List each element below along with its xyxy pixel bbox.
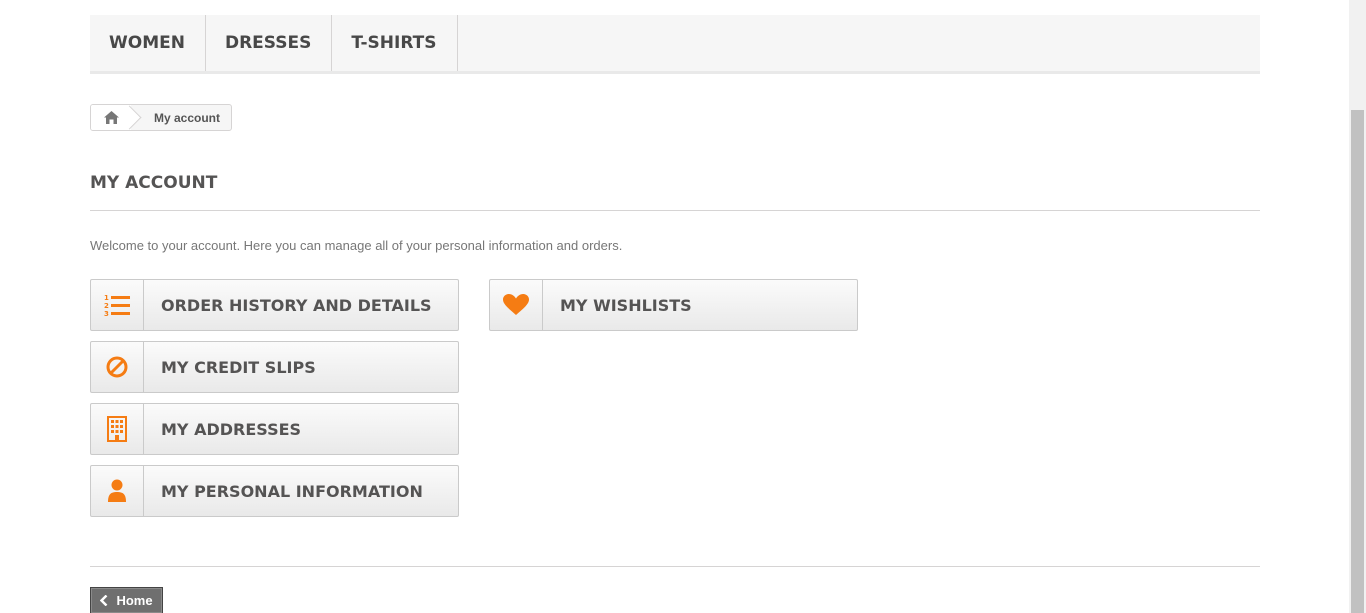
credit-slips-label: MY CREDIT SLIPS bbox=[161, 357, 316, 377]
breadcrumb-current: My account bbox=[154, 110, 221, 125]
home-icon bbox=[103, 111, 119, 124]
user-icon bbox=[91, 466, 144, 516]
order-history-label: ORDER HISTORY AND DETAILS bbox=[161, 295, 432, 315]
home-button[interactable]: Home bbox=[90, 587, 163, 613]
addresses-label: MY ADDRESSES bbox=[161, 419, 302, 439]
scrollbar-thumb[interactable] bbox=[1351, 110, 1364, 613]
divider bbox=[90, 210, 1260, 211]
ban-icon bbox=[91, 342, 144, 392]
home-button-label: Home bbox=[116, 593, 153, 608]
personal-info-button[interactable]: MY PERSONAL INFORMATION bbox=[90, 465, 459, 517]
svg-text:2: 2 bbox=[104, 302, 109, 310]
breadcrumb-home-link[interactable] bbox=[91, 105, 131, 130]
order-history-button[interactable]: 1 2 3 ORDER HISTORY AND DETAILS bbox=[90, 279, 459, 331]
nav-item-tshirts[interactable]: T-SHIRTS bbox=[332, 15, 458, 71]
numbered-list-icon: 1 2 3 bbox=[91, 280, 144, 330]
building-icon bbox=[91, 404, 144, 454]
nav-item-women[interactable]: WOMEN bbox=[90, 15, 206, 71]
top-menu: WOMEN DRESSES T-SHIRTS bbox=[90, 15, 1260, 74]
heart-icon bbox=[490, 280, 543, 330]
breadcrumb: My account bbox=[90, 104, 233, 131]
svg-text:3: 3 bbox=[104, 310, 109, 317]
nav-item-dresses[interactable]: DRESSES bbox=[206, 15, 333, 71]
svg-text:1: 1 bbox=[104, 294, 109, 302]
welcome-text: Welcome to your account. Here you can ma… bbox=[90, 238, 623, 253]
page-title: MY ACCOUNT bbox=[90, 173, 218, 193]
divider bbox=[90, 566, 1260, 567]
personal-info-label: MY PERSONAL INFORMATION bbox=[161, 481, 423, 501]
chevron-left-icon bbox=[100, 595, 108, 606]
addresses-button[interactable]: MY ADDRESSES bbox=[90, 403, 459, 455]
wishlists-label: MY WISHLISTS bbox=[560, 295, 692, 315]
credit-slips-button[interactable]: MY CREDIT SLIPS bbox=[90, 341, 459, 393]
vertical-scrollbar[interactable] bbox=[1349, 0, 1366, 613]
wishlists-button[interactable]: MY WISHLISTS bbox=[489, 279, 858, 331]
